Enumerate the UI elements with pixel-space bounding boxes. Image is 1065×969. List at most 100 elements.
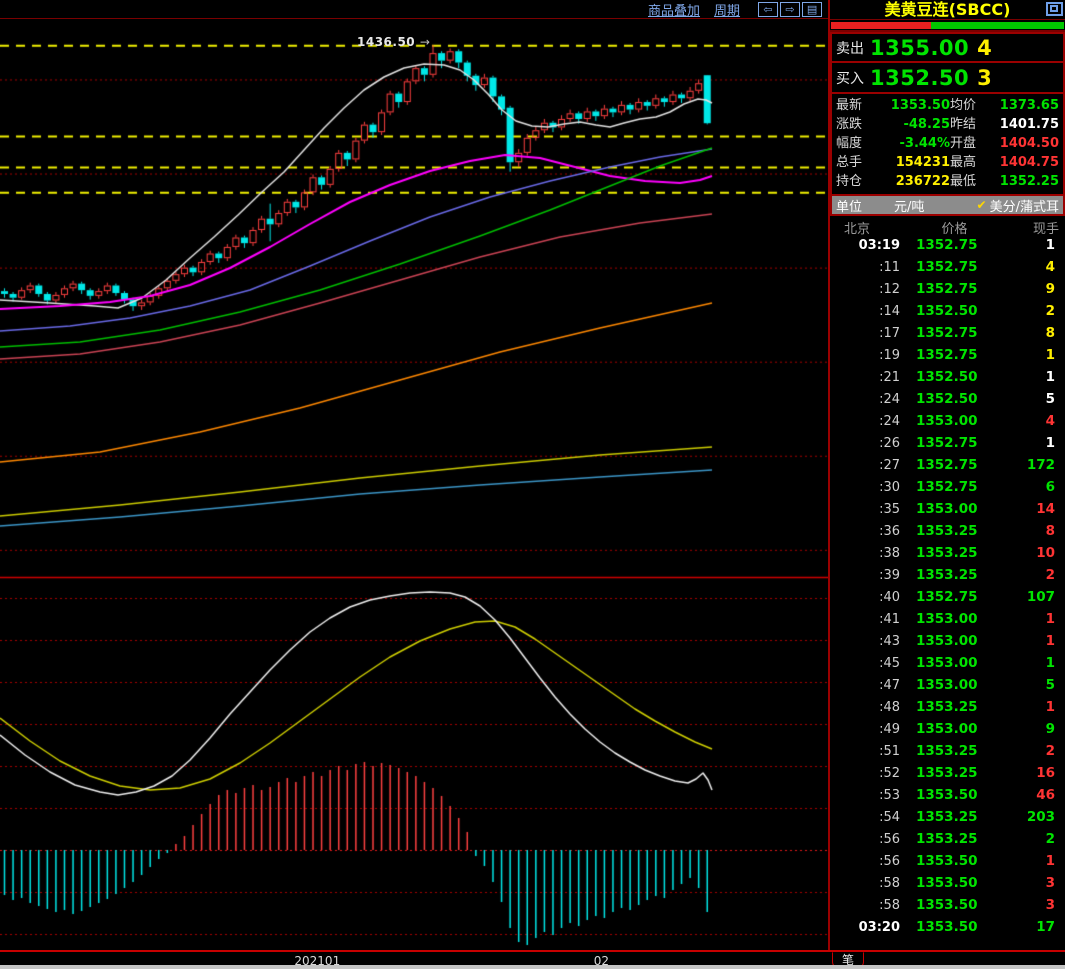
trading-terminal: 商品叠加 周期 ⇦ ⇨ ▤ 1436.50 → 202101 02 美黄豆连(SBC… (0, 0, 1065, 969)
tick-row: :21 1352.50 1 (830, 366, 1063, 388)
tick-row: :56 1353.25 2 (830, 828, 1063, 850)
tick-price: 1353.50 (916, 875, 978, 891)
stat-label: 最新 (836, 98, 863, 113)
tick-volume: 2 (1045, 567, 1055, 583)
tick-row: :49 1353.00 9 (830, 718, 1063, 740)
tick-time: :19 (879, 347, 900, 363)
stat-label: 持仓 (836, 174, 863, 189)
tick-row: :17 1352.75 8 (830, 322, 1063, 344)
stat-value: 1404.50 (999, 136, 1059, 151)
tick-price: 1352.75 (916, 589, 978, 605)
tick-row: :24 1353.00 4 (830, 410, 1063, 432)
overlay-link[interactable]: 商品叠加 (648, 0, 700, 19)
stat-value: -3.44% (899, 136, 951, 151)
chart-toolbar: 商品叠加 周期 ⇦ ⇨ ▤ (648, 0, 828, 19)
tick-volume: 4 (1045, 413, 1055, 429)
tick-price: 1353.50 (916, 897, 978, 913)
tick-row: :47 1353.00 5 (830, 674, 1063, 696)
stat-label: 昨结 (950, 117, 977, 132)
tick-time: 03:19 (858, 237, 900, 253)
ask-label: 卖出 (836, 40, 864, 57)
tick-volume: 2 (1045, 743, 1055, 759)
tick-time: :40 (879, 589, 900, 605)
tick-price: 1352.75 (916, 435, 978, 451)
tick-time: :38 (879, 545, 900, 561)
tick-row: :12 1352.75 9 (830, 278, 1063, 300)
tick-row: :39 1353.25 2 (830, 564, 1063, 586)
period-link[interactable]: 周期 (714, 0, 740, 19)
unit-option-metric[interactable]: 元/吨 (894, 196, 977, 215)
tick-price: 1353.25 (916, 523, 978, 539)
tick-row: :58 1353.50 3 (830, 872, 1063, 894)
tick-price: 1353.25 (916, 567, 978, 583)
tick-row: :36 1353.25 8 (830, 520, 1063, 542)
tick-row: :19 1352.75 1 (830, 344, 1063, 366)
tick-list[interactable]: 03:19 1352.75 1:11 1352.75 4:12 1352.75 9:14 13… (830, 234, 1063, 940)
tick-row: 03:20 1353.50 17 (830, 916, 1063, 938)
stat-value: 1404.75 (999, 155, 1059, 170)
high-price-label: 1436.50 (357, 35, 416, 49)
tick-row: :54 1353.25 203 (830, 806, 1063, 828)
next-arrow-button[interactable]: ⇨ (780, 1, 801, 17)
tick-volume: 2 (1045, 303, 1055, 319)
tick-time: :52 (879, 765, 900, 781)
tick-volume: 172 (1026, 457, 1055, 473)
tick-price: 1352.75 (916, 457, 978, 473)
tick-time: :53 (879, 787, 900, 803)
ask-size: 4 (977, 35, 992, 60)
tick-price: 1352.50 (916, 303, 978, 319)
toolbar-divider (0, 18, 828, 19)
tick-price: 1353.25 (916, 699, 978, 715)
unit-imperial-text: 美分/蒲式耳 (989, 199, 1059, 215)
tick-price: 1353.00 (916, 633, 978, 649)
tick-price: 1353.25 (916, 831, 978, 847)
layout-button[interactable]: ▤ (802, 1, 823, 17)
tick-row: :56 1353.50 1 (830, 850, 1063, 872)
tick-row: :58 1353.50 3 (830, 894, 1063, 916)
tick-volume: 2 (1045, 831, 1055, 847)
stat-value: 1401.75 (999, 117, 1059, 132)
stat-value: 154231 (895, 155, 950, 170)
tick-volume: 1 (1045, 611, 1055, 627)
stat-value: 236722 (895, 174, 950, 189)
tick-price: 1353.00 (916, 655, 978, 671)
tick-row: :26 1352.75 1 (830, 432, 1063, 454)
toolbar-buttons: ⇦ ⇨ ▤ (758, 1, 823, 17)
tick-price: 1353.50 (916, 787, 978, 803)
tick-volume: 1 (1045, 853, 1055, 869)
tick-time: 03:20 (858, 919, 900, 935)
tick-price: 1353.50 (916, 853, 978, 869)
bid-size: 3 (977, 65, 992, 90)
tick-time: :58 (879, 897, 900, 913)
tick-price: 1353.00 (916, 611, 978, 627)
restore-window-icon[interactable] (1046, 2, 1063, 16)
tick-volume: 1 (1045, 347, 1055, 363)
chart-canvas[interactable] (0, 0, 828, 950)
prev-arrow-button[interactable]: ⇦ (758, 1, 779, 17)
tick-volume: 3 (1045, 897, 1055, 913)
tick-row: 03:19 1352.75 1 (830, 234, 1063, 256)
tick-time: :26 (879, 435, 900, 451)
tick-volume: 17 (1036, 919, 1055, 935)
tick-volume: 8 (1045, 523, 1055, 539)
tick-price: 1353.25 (916, 545, 978, 561)
tick-volume: 1 (1045, 633, 1055, 649)
tick-time: :36 (879, 523, 900, 539)
bid-row: 买入 1352.50 3 (830, 63, 1065, 94)
unit-option-imperial[interactable]: ✔ 美分/蒲式耳 (977, 196, 1059, 215)
tick-time: :12 (879, 281, 900, 297)
tick-price: 1353.00 (916, 721, 978, 737)
stat-label: 最高 (950, 155, 977, 170)
tick-row: :30 1352.75 6 (830, 476, 1063, 498)
stat-label: 开盘 (950, 136, 977, 151)
stat-value: 1353.50 (890, 98, 950, 113)
contract-title-text: 美黄豆连(SBCC) (884, 0, 1011, 19)
tick-volume: 5 (1045, 391, 1055, 407)
tick-volume: 16 (1036, 765, 1055, 781)
tick-time: :49 (879, 721, 900, 737)
tick-time: :41 (879, 611, 900, 627)
tick-volume: 9 (1045, 721, 1055, 737)
tick-price: 1353.25 (916, 809, 978, 825)
tick-price: 1352.50 (916, 391, 978, 407)
tick-time: :21 (879, 369, 900, 385)
